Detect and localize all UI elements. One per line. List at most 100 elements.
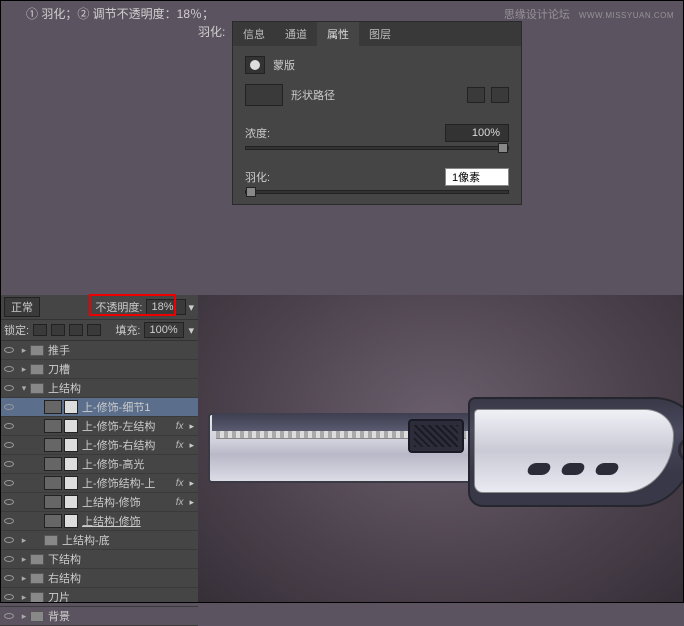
layer-row[interactable]: 上-修饰-左结构fx ▸ bbox=[0, 417, 198, 436]
folder-icon bbox=[30, 383, 44, 394]
layer-row[interactable]: 上-修饰结构-上fx ▸ bbox=[0, 474, 198, 493]
mask-thumbnail bbox=[64, 419, 78, 433]
layer-row[interactable]: ▾ 上结构 bbox=[0, 379, 198, 398]
layer-name: 右结构 bbox=[48, 570, 198, 586]
folder-icon bbox=[30, 573, 44, 584]
layer-row[interactable]: ▸ 右结构 bbox=[0, 569, 198, 588]
folder-icon bbox=[30, 592, 44, 603]
feather-slider[interactable] bbox=[245, 190, 509, 194]
expand-toggle[interactable]: ▾ bbox=[18, 383, 30, 394]
lock-pixels-icon[interactable] bbox=[51, 324, 65, 336]
layer-name: 上结构-修饰 bbox=[82, 513, 198, 529]
opacity-dropdown-icon[interactable]: ▾ bbox=[188, 301, 194, 314]
lock-position-icon[interactable] bbox=[69, 324, 83, 336]
visibility-toggle[interactable] bbox=[2, 400, 16, 414]
blend-mode-select[interactable]: 正常 bbox=[4, 297, 40, 317]
layer-row[interactable]: 上结构-修饰 bbox=[0, 512, 198, 531]
expand-toggle[interactable]: ▸ bbox=[18, 554, 30, 565]
layer-row[interactable]: ▸刀槽 bbox=[0, 360, 198, 379]
canvas-preview bbox=[198, 295, 684, 603]
layer-row[interactable]: 上-修饰-右结构fx▸ bbox=[0, 436, 198, 455]
fill-value[interactable]: 100% bbox=[144, 322, 184, 338]
visibility-toggle[interactable] bbox=[2, 533, 16, 547]
visibility-toggle[interactable] bbox=[2, 609, 16, 623]
fx-expand-icon[interactable]: ▸ bbox=[189, 478, 194, 489]
layer-row[interactable]: ▸ 推手 bbox=[0, 341, 198, 360]
tab-属性[interactable]: 属性 bbox=[317, 22, 359, 46]
fx-badge[interactable]: fx bbox=[176, 497, 184, 508]
eye-icon bbox=[4, 347, 14, 353]
visibility-toggle[interactable] bbox=[2, 381, 16, 395]
expand-toggle[interactable]: ▸ bbox=[18, 573, 30, 584]
expand-toggle[interactable]: ▸ bbox=[18, 345, 30, 356]
expand-toggle[interactable]: ▸ bbox=[18, 611, 30, 622]
layer-name: 上-修饰结构-上 bbox=[82, 475, 176, 491]
visibility-toggle[interactable] bbox=[2, 552, 16, 566]
fx-expand-icon[interactable]: ▸ bbox=[189, 440, 194, 451]
feather-label: 羽化: bbox=[245, 169, 270, 185]
layer-row[interactable]: ▸ 背景 bbox=[0, 607, 198, 626]
layer-thumbnail bbox=[44, 400, 62, 414]
expand-toggle[interactable]: ▸ bbox=[18, 535, 30, 546]
visibility-toggle[interactable] bbox=[2, 343, 16, 357]
layer-name: 背景 bbox=[48, 608, 198, 624]
visibility-toggle[interactable] bbox=[2, 419, 16, 433]
watermark-main: 思缘设计论坛 bbox=[504, 9, 570, 21]
layer-name: 推手 bbox=[48, 342, 198, 358]
layer-thumbnail bbox=[44, 438, 62, 452]
visibility-toggle[interactable] bbox=[2, 362, 16, 376]
layer-name: 上结构-底 bbox=[62, 532, 198, 548]
eye-icon bbox=[4, 423, 14, 429]
eye-icon bbox=[4, 499, 14, 505]
fx-expand-icon[interactable]: ▸ bbox=[189, 497, 194, 508]
tab-信息[interactable]: 信息 bbox=[233, 22, 275, 46]
mask-thumbnail bbox=[64, 438, 78, 452]
layer-row[interactable]: 上结构-修饰fx▸ bbox=[0, 493, 198, 512]
visibility-toggle[interactable] bbox=[2, 495, 16, 509]
visibility-toggle[interactable] bbox=[2, 514, 16, 528]
layer-row[interactable]: 上-修饰-细节1 bbox=[0, 398, 198, 417]
watermark-sub: WWW.MISSYUAN.COM bbox=[579, 11, 674, 20]
fx-badge[interactable]: fx bbox=[176, 440, 184, 451]
panel-tabs: 信息通道属性图层 bbox=[233, 22, 521, 46]
feather-outer-label: 羽化: bbox=[198, 23, 225, 40]
layer-row[interactable]: ▸刀片 bbox=[0, 588, 198, 607]
visibility-toggle[interactable] bbox=[2, 476, 16, 490]
mask-bounds-icon[interactable] bbox=[491, 87, 509, 103]
lock-transparency-icon[interactable] bbox=[33, 324, 47, 336]
mask-icon[interactable] bbox=[245, 56, 265, 74]
layer-row[interactable]: ▸ 上结构-底 bbox=[0, 531, 198, 550]
lock-all-icon[interactable] bbox=[87, 324, 101, 336]
tab-通道[interactable]: 通道 bbox=[275, 22, 317, 46]
folder-icon bbox=[30, 364, 44, 375]
fx-badge[interactable]: fx bbox=[176, 478, 184, 489]
layer-name: 上结构 bbox=[48, 380, 198, 396]
fill-label: 填充: bbox=[115, 322, 140, 338]
visibility-toggle[interactable] bbox=[2, 590, 16, 604]
eye-icon bbox=[4, 480, 14, 486]
eye-icon bbox=[4, 575, 14, 581]
folder-icon bbox=[30, 554, 44, 565]
visibility-toggle[interactable] bbox=[2, 571, 16, 585]
feather-input[interactable] bbox=[445, 168, 509, 186]
tab-图层[interactable]: 图层 bbox=[359, 22, 401, 46]
expand-toggle[interactable]: ▸ bbox=[18, 592, 30, 603]
density-slider[interactable] bbox=[245, 146, 509, 150]
mask-option-icon[interactable] bbox=[467, 87, 485, 103]
expand-toggle[interactable]: ▸ bbox=[18, 364, 30, 375]
eye-icon bbox=[4, 404, 14, 410]
visibility-toggle[interactable] bbox=[2, 438, 16, 452]
eye-icon bbox=[4, 385, 14, 391]
shape-thumbnail[interactable] bbox=[245, 84, 283, 106]
fill-dropdown-icon[interactable]: ▾ bbox=[188, 324, 194, 337]
fx-badge[interactable]: fx bbox=[176, 421, 184, 432]
fx-expand-icon[interactable]: ▸ bbox=[189, 421, 194, 432]
mask-thumbnail bbox=[64, 514, 78, 528]
visibility-toggle[interactable] bbox=[2, 457, 16, 471]
layer-row[interactable]: 上-修饰-高光 bbox=[0, 455, 198, 474]
opacity-highlight-box bbox=[89, 294, 176, 316]
mask-thumbnail bbox=[64, 476, 78, 490]
layer-name: 上-修饰-左结构 bbox=[82, 418, 176, 434]
layer-row[interactable]: ▸下结构 bbox=[0, 550, 198, 569]
density-value[interactable]: 100% bbox=[445, 124, 509, 142]
